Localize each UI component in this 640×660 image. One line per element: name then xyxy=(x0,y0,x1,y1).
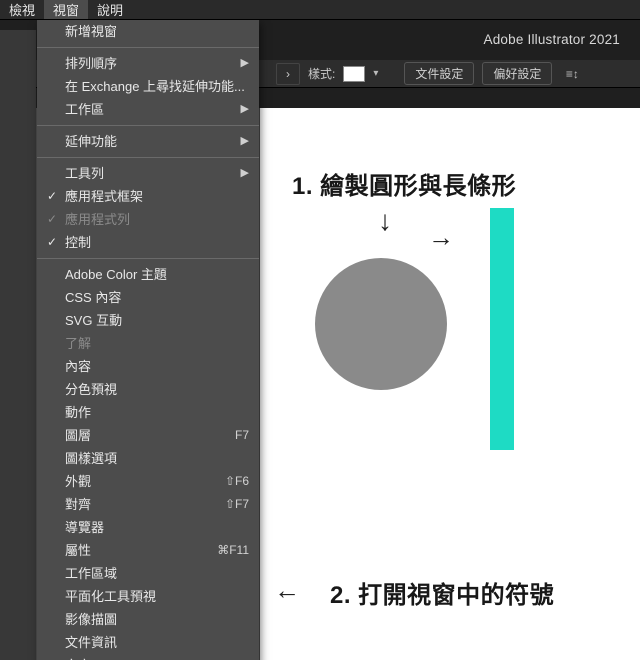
styles-label: 樣式: xyxy=(308,65,335,82)
menu-item[interactable]: Adobe Color 主題 xyxy=(37,263,259,286)
menu-item[interactable]: 工作區 ▶ xyxy=(37,98,259,121)
arrow-right-icon: → xyxy=(428,222,454,253)
menu-shortcut: ⇧F6 xyxy=(225,473,249,490)
arrow-down-icon: ↓ xyxy=(378,205,392,237)
menu-item[interactable]: 排列順序 ▶ xyxy=(37,52,259,75)
bar-shape xyxy=(490,208,514,450)
tool-strip xyxy=(0,30,36,660)
menu-item[interactable]: 影像描圖 xyxy=(37,608,259,631)
menu-item[interactable]: 文字▶ xyxy=(37,654,259,660)
menu-item-label: 在 Exchange 上尋找延伸功能... xyxy=(65,79,245,94)
menu-item[interactable]: 文件資訊 xyxy=(37,631,259,654)
menu-bar: 檢視 視窗 說明 xyxy=(0,0,640,20)
menu-item-view[interactable]: 檢視 xyxy=(0,0,44,19)
chevron-right-icon[interactable]: › xyxy=(276,63,300,85)
menu-item-label: 平面化工具預視 xyxy=(65,589,156,604)
menu-item-label: 圖層 xyxy=(65,428,91,443)
submenu-arrow-icon: ▶ xyxy=(241,55,249,72)
circle-shape xyxy=(315,258,447,390)
file-settings-button[interactable]: 文件設定 xyxy=(404,62,474,85)
menu-item-label: Adobe Color 主題 xyxy=(65,267,167,282)
menu-item-label: 圖樣選項 xyxy=(65,451,117,466)
menu-separator xyxy=(37,47,259,48)
annotation-step2: 2. 打開視窗中的符號 xyxy=(330,575,554,610)
menu-shortcut: ⇧F7 xyxy=(225,496,249,513)
style-swatch[interactable] xyxy=(343,66,365,82)
menu-item-label: 新增視窗 xyxy=(65,24,117,39)
annotation-step1: 1. 繪製圓形與長條形 xyxy=(292,166,516,201)
check-icon: ✓ xyxy=(47,234,57,251)
menu-item[interactable]: 圖層 F7 xyxy=(37,424,259,447)
menu-separator xyxy=(37,258,259,259)
menu-item[interactable]: 動作 xyxy=(37,401,259,424)
menu-shortcut: F7 xyxy=(235,427,249,444)
menu-item-label: 影像描圖 xyxy=(65,612,117,627)
app-title: Adobe Illustrator 2021 xyxy=(484,32,621,47)
menu-separator xyxy=(37,125,259,126)
menu-item[interactable]: 控制 ✓ xyxy=(37,231,259,254)
menu-item-label: 應用程式框架 xyxy=(65,189,143,204)
menu-item[interactable]: 屬性 ⌘F11 xyxy=(37,539,259,562)
submenu-arrow-icon: ▶ xyxy=(241,133,249,150)
menu-item-label: 應用程式列 xyxy=(65,212,130,227)
check-icon: ✓ xyxy=(47,188,57,205)
menu-item[interactable]: 導覽器 xyxy=(37,516,259,539)
menu-item[interactable]: 工具列 ▶ xyxy=(37,162,259,185)
menu-item[interactable]: 應用程式框架 ✓ xyxy=(37,185,259,208)
preferences-button[interactable]: 偏好設定 xyxy=(482,62,552,85)
menu-item[interactable]: 在 Exchange 上尋找延伸功能... xyxy=(37,75,259,98)
menu-item-help[interactable]: 說明 xyxy=(88,0,132,19)
menu-item-label: 工作區 xyxy=(65,102,104,117)
dropdown-caret-icon[interactable]: ▾ xyxy=(373,68,378,79)
menu-item[interactable]: 工作區域 xyxy=(37,562,259,585)
menu-item-label: SVG 互動 xyxy=(65,313,122,328)
menu-item[interactable]: 平面化工具預視 xyxy=(37,585,259,608)
menu-item: 應用程式列 ✓ xyxy=(37,208,259,231)
menu-item-label: 分色預視 xyxy=(65,382,117,397)
menu-item-label: 導覽器 xyxy=(65,520,104,535)
menu-item-label: 對齊 xyxy=(65,497,91,512)
window-menu-dropdown: 新增視窗排列順序▶在 Exchange 上尋找延伸功能...工作區▶延伸功能▶工… xyxy=(37,20,259,660)
arrow-left-icon: ← xyxy=(274,575,300,606)
menu-item-label: 延伸功能 xyxy=(65,134,117,149)
menu-item[interactable]: 對齊 ⇧F7 xyxy=(37,493,259,516)
menu-item-label: 內容 xyxy=(65,359,91,374)
menu-item[interactable]: 外觀 ⇧F6 xyxy=(37,470,259,493)
menu-item[interactable]: 圖樣選項 xyxy=(37,447,259,470)
menu-item-window[interactable]: 視窗 xyxy=(44,0,88,19)
menu-item-label: 工具列 xyxy=(65,166,104,181)
align-icon[interactable]: ≡↕ xyxy=(560,63,584,85)
menu-item[interactable]: CSS 內容 xyxy=(37,286,259,309)
menu-item: 了解 xyxy=(37,332,259,355)
menu-item[interactable]: SVG 互動 xyxy=(37,309,259,332)
menu-item-label: 外觀 xyxy=(65,474,91,489)
menu-item-label: 工作區域 xyxy=(65,566,117,581)
menu-separator xyxy=(37,157,259,158)
menu-item-label: CSS 內容 xyxy=(65,290,121,305)
menu-item[interactable]: 延伸功能 ▶ xyxy=(37,130,259,153)
menu-item-label: 文件資訊 xyxy=(65,635,117,650)
menu-shortcut: ⌘F11 xyxy=(217,542,249,559)
submenu-arrow-icon: ▶ xyxy=(241,165,249,182)
menu-item-label: 了解 xyxy=(65,336,91,351)
check-icon: ✓ xyxy=(47,211,57,228)
menu-item-label: 動作 xyxy=(65,405,91,420)
menu-item-label: 控制 xyxy=(65,235,91,250)
submenu-arrow-icon: ▶ xyxy=(241,101,249,118)
menu-item-label: 屬性 xyxy=(65,543,91,558)
menu-item[interactable]: 分色預視 xyxy=(37,378,259,401)
menu-item-label: 排列順序 xyxy=(65,56,117,71)
menu-item[interactable]: 新增視窗 xyxy=(37,20,259,43)
menu-item[interactable]: 內容 xyxy=(37,355,259,378)
